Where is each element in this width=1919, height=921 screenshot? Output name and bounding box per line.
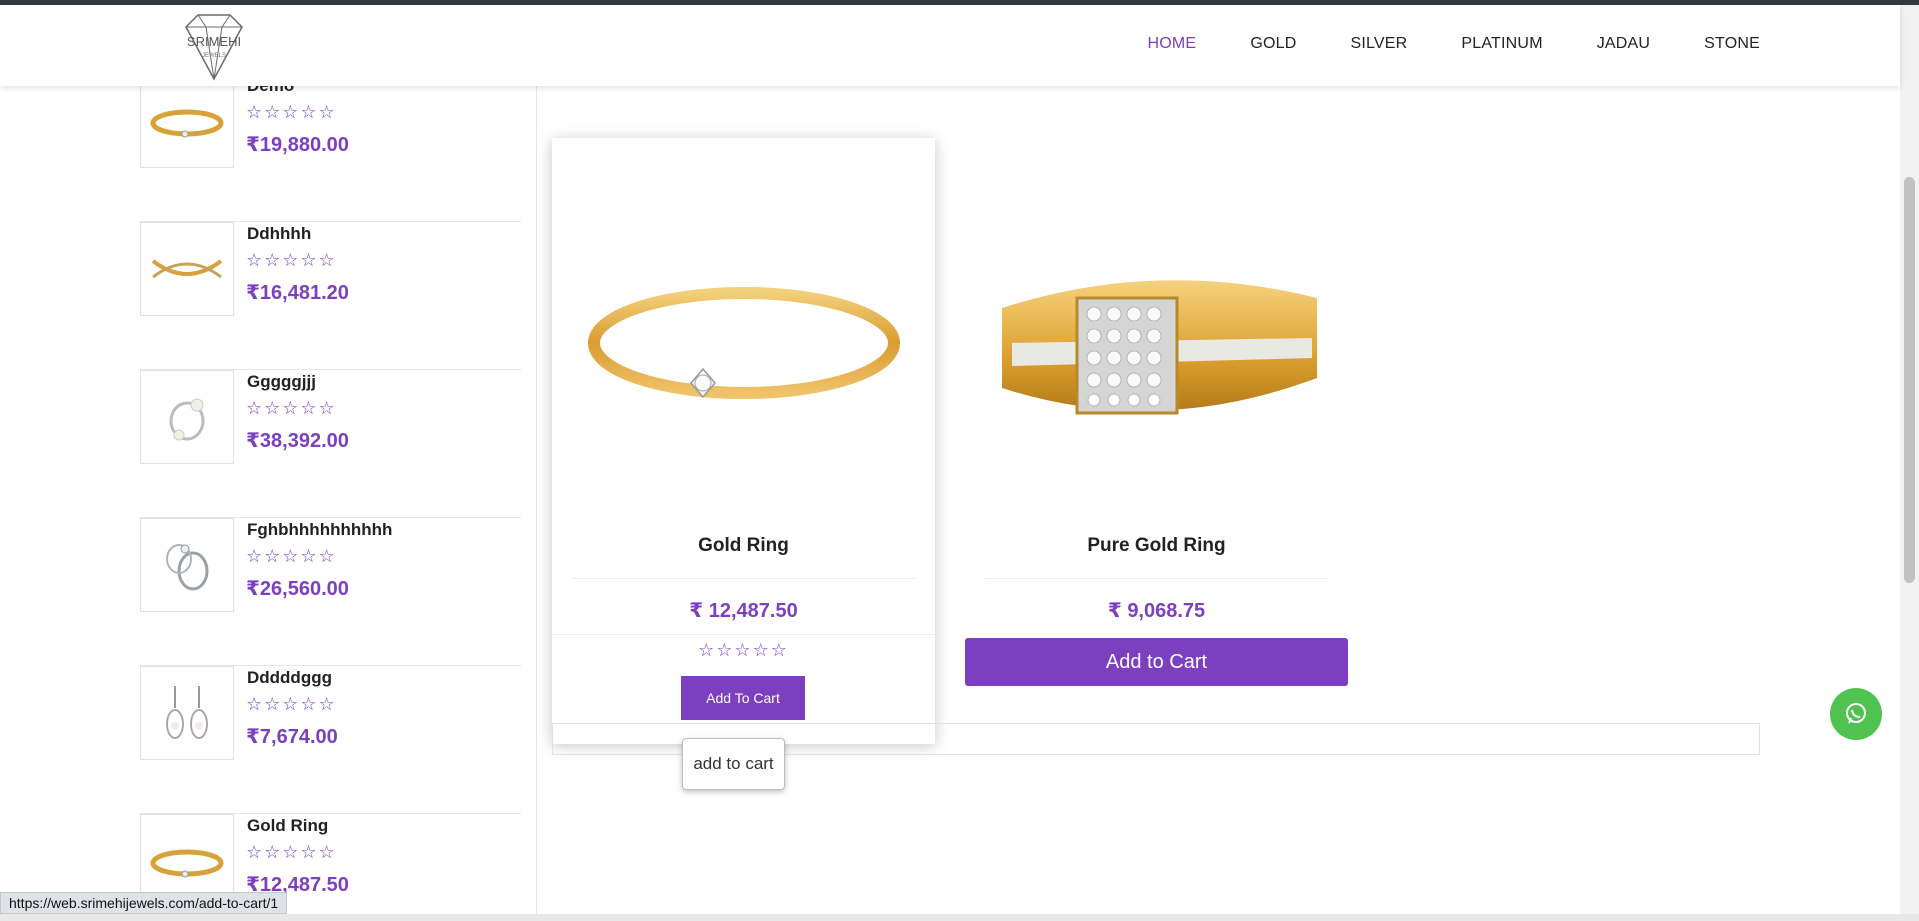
gold-ring-icon: [150, 109, 224, 138]
nav-stone[interactable]: STONE: [1704, 35, 1760, 53]
sidebar-product-name[interactable]: Gold Ring: [247, 816, 328, 836]
brand-logo[interactable]: SRIMEHI JEWELS: [176, 13, 252, 81]
link-status-bar: https://web.srimehijewels.com/add-to-car…: [0, 892, 288, 914]
pure-gold-ring-image: [1001, 280, 1317, 415]
gold-ring-icon: [150, 849, 224, 878]
bottom-strip: [0, 914, 1919, 921]
product-price: ₹ 9,068.75: [1107, 600, 1206, 622]
sidebar-product-price: ₹38,392.00: [246, 430, 349, 452]
product-thumbnail[interactable]: [140, 666, 234, 760]
gold-ring-image: [587, 287, 900, 399]
rating-stars: ☆☆☆☆☆: [246, 102, 337, 122]
divider: [985, 578, 1328, 579]
nav-jadau[interactable]: JADAU: [1597, 35, 1650, 53]
scrollbar-thumb[interactable]: [1904, 177, 1915, 583]
sidebar-product[interactable]: Dddddggg ☆☆☆☆☆ ₹7,674.00: [140, 666, 521, 814]
divider: [572, 578, 915, 579]
pearl-ring-icon: [169, 398, 205, 441]
sidebar-product-price: ₹16,481.20: [246, 282, 349, 304]
add-to-cart-button[interactable]: Add to Cart: [965, 638, 1348, 686]
rating-stars: ☆☆☆☆☆: [246, 694, 337, 714]
rating-stars: ☆☆☆☆☆: [246, 842, 337, 862]
tooltip: add to cart: [682, 738, 785, 790]
rating-stars: ☆☆☆☆☆: [246, 250, 337, 270]
svg-text:JEWELS: JEWELS: [202, 53, 226, 59]
divider: [552, 634, 935, 635]
silver-ring-icon: [166, 544, 209, 591]
sidebar-product-name[interactable]: Dddddggg: [247, 668, 332, 688]
product-card[interactable]: Gold Ring ₹ 12,487.50 ☆☆☆☆☆ Add To Cart: [552, 138, 935, 744]
sidebar-product-name[interactable]: Gggggjjj: [247, 372, 316, 392]
product-title[interactable]: Gold Ring: [552, 535, 935, 557]
rating-stars: ☆☆☆☆☆: [246, 398, 337, 418]
nav-home[interactable]: HOME: [1148, 35, 1197, 53]
svg-text:SRIMEHI: SRIMEHI: [187, 34, 241, 49]
site-header: SRIMEHI JEWELS HOME GOLD SILVER PLATINUM…: [0, 5, 1900, 86]
whatsapp-button[interactable]: [1830, 688, 1882, 740]
add-to-cart-button[interactable]: Add To Cart: [681, 676, 805, 720]
sidebar-product[interactable]: Gggggjjj ☆☆☆☆☆ ₹38,392.00: [140, 370, 521, 518]
rating-stars: ☆☆☆☆☆: [246, 546, 337, 566]
product-image[interactable]: [965, 148, 1348, 548]
product-card[interactable]: Pure Gold Ring ₹ 9,068.75 Add to Cart: [965, 138, 1348, 698]
product-sidebar: Demo ☆☆☆☆☆ ₹19,880.00 Ddhhhh ☆☆☆☆☆ ₹16,4…: [0, 86, 537, 921]
product-thumbnail[interactable]: [140, 86, 234, 168]
sidebar-product-price: ₹26,560.00: [246, 578, 349, 600]
sidebar-product[interactable]: Fghbhhhhhhhhhh ☆☆☆☆☆ ₹26,560.00: [140, 518, 521, 666]
product-price: ₹ 12,487.50: [689, 600, 798, 622]
product-image[interactable]: [562, 148, 925, 548]
sidebar-product[interactable]: Ddhhhh ☆☆☆☆☆ ₹16,481.20: [140, 222, 521, 370]
sidebar-product-price: ₹19,880.00: [246, 134, 349, 156]
diamond-logo-icon: SRIMEHI JEWELS: [185, 14, 243, 81]
main-nav: HOME GOLD SILVER PLATINUM JADAU STONE: [1148, 35, 1761, 53]
vertical-scrollbar[interactable]: [1900, 5, 1919, 921]
nav-gold[interactable]: GOLD: [1250, 35, 1296, 53]
sidebar-product-price: ₹7,674.00: [246, 726, 338, 748]
rating-stars: ☆☆☆☆☆: [698, 640, 789, 660]
sidebar-product-name[interactable]: Demo: [247, 86, 294, 96]
sidebar-product-name[interactable]: Fghbhhhhhhhhhh: [247, 520, 392, 540]
product-thumbnail[interactable]: [140, 222, 234, 316]
product-thumbnail[interactable]: [140, 370, 234, 464]
earrings-icon: [166, 686, 208, 739]
sidebar-product-name[interactable]: Ddhhhh: [247, 224, 311, 244]
sidebar-product[interactable]: Demo ☆☆☆☆☆ ₹19,880.00: [140, 86, 521, 222]
nav-silver[interactable]: SILVER: [1350, 35, 1407, 53]
product-thumbnail[interactable]: [140, 518, 234, 612]
nav-platinum[interactable]: PLATINUM: [1461, 35, 1542, 53]
cross-ring-icon: [151, 259, 223, 279]
whatsapp-icon: [1846, 703, 1866, 724]
product-title[interactable]: Pure Gold Ring: [965, 535, 1348, 557]
